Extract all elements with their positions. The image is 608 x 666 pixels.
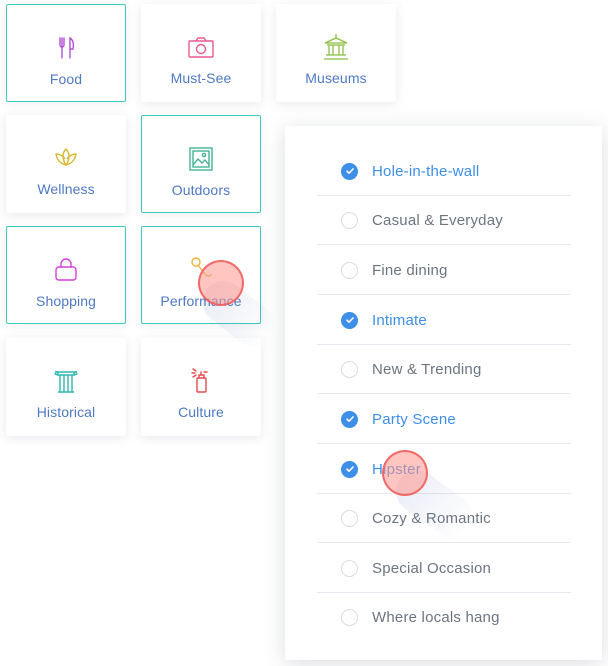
category-label: Historical [36,404,96,420]
lotus-icon [51,143,81,173]
spray-can-icon [186,366,216,396]
category-label: Food [49,71,83,87]
category-label: Culture [178,404,224,420]
option-label: Intimate [372,311,427,329]
option-where-locals-hang[interactable]: Where locals hang [317,593,571,642]
museum-icon [321,32,351,62]
check-icon [341,162,358,180]
category-tile-culture[interactable]: Culture [141,338,261,436]
option-casual-everyday[interactable]: Casual & Everyday [317,196,571,245]
empty-circle-icon [341,360,358,378]
option-label: Fine dining [372,261,448,279]
check-icon [341,460,358,478]
shopping-bag-icon [51,255,81,285]
check-icon [341,410,358,428]
empty-circle-icon [341,261,358,279]
column-icon [51,366,81,396]
category-tile-historical[interactable]: Historical [6,338,126,436]
category-tile-shopping[interactable]: Shopping [6,226,126,324]
option-special-occasion[interactable]: Special Occasion [317,544,571,593]
option-party-scene[interactable]: Party Scene [317,395,571,444]
camera-icon [186,32,216,62]
fork-knife-icon [51,33,81,63]
touch-indicator [382,450,428,496]
category-tile-must-see[interactable]: Must-See [141,4,261,102]
empty-circle-icon [341,559,358,577]
option-label: New & Trending [372,360,482,378]
empty-circle-icon [341,509,358,527]
check-icon [341,311,358,329]
category-tile-wellness[interactable]: Wellness [6,115,126,213]
category-tile-museums[interactable]: Museums [276,4,396,102]
category-label: Museums [305,70,367,86]
empty-circle-icon [341,211,358,229]
empty-circle-icon [341,609,358,626]
category-label: Outdoors [171,182,231,198]
option-label: Where locals hang [372,609,500,626]
option-label: Casual & Everyday [372,211,503,229]
option-label: Special Occasion [372,559,492,577]
landscape-picture-icon [186,144,216,174]
category-label: Wellness [37,181,95,197]
category-label: Must-See [170,70,232,86]
category-label: Shopping [36,293,96,309]
option-fine-dining[interactable]: Fine dining [317,246,571,295]
option-label: Party Scene [372,410,456,428]
options-panel: Hole-in-the-wall Casual & Everyday Fine … [285,126,602,660]
category-tile-outdoors[interactable]: Outdoors [141,115,261,213]
option-new-trending[interactable]: New & Trending [317,345,571,394]
category-tile-food[interactable]: Food [6,4,126,102]
option-label: Hole-in-the-wall [372,162,480,180]
touch-indicator [198,260,244,306]
option-intimate[interactable]: Intimate [317,296,571,345]
option-hole-in-the-wall[interactable]: Hole-in-the-wall [317,147,571,196]
